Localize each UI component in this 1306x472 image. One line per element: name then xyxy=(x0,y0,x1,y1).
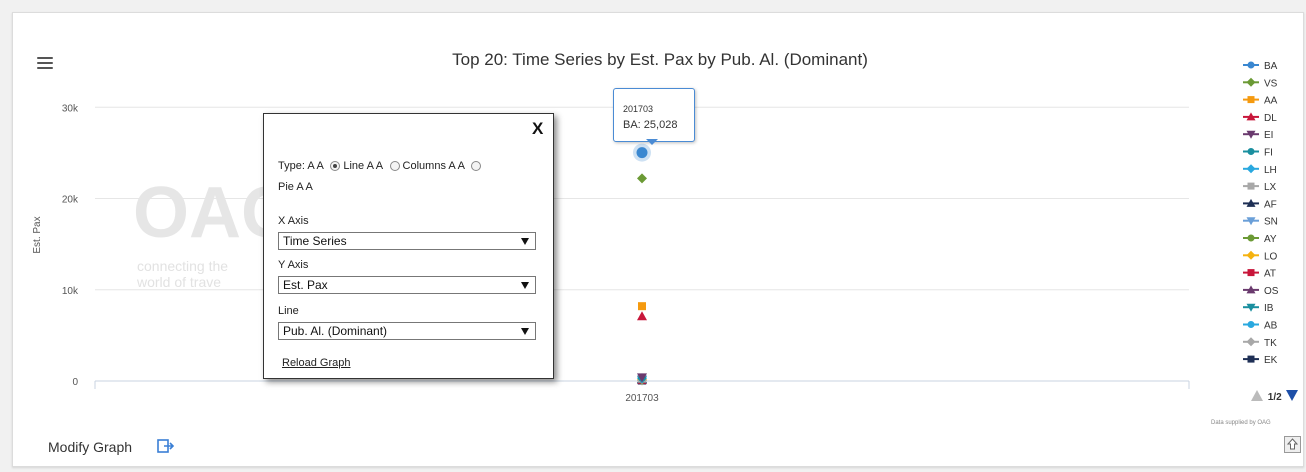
legend-marker xyxy=(1247,321,1255,328)
option-pie-label: Pie A A xyxy=(278,181,313,193)
modify-graph-link[interactable]: Modify Graph xyxy=(48,439,132,455)
pager-up-icon[interactable] xyxy=(1251,390,1263,401)
legend-item-fi[interactable]: FI xyxy=(1243,148,1273,159)
radio-pie[interactable] xyxy=(471,161,482,171)
pager-text: 1/2 xyxy=(1267,392,1282,403)
legend-label: VS xyxy=(1264,78,1278,89)
line-label: Line xyxy=(278,305,299,317)
hamburger-menu-icon[interactable] xyxy=(37,57,53,70)
option-line-label: Line A A xyxy=(343,160,383,172)
legend-label: EI xyxy=(1264,130,1273,141)
legend-label: EK xyxy=(1264,355,1278,366)
legend-label: LO xyxy=(1264,251,1278,262)
data-point-aa xyxy=(638,302,646,311)
x-axis-label: X Axis xyxy=(278,215,309,227)
option-columns-label: Columns A A xyxy=(402,160,465,172)
legend-marker xyxy=(1247,182,1255,190)
legend-marker xyxy=(1247,148,1255,155)
legend-item-at[interactable]: AT xyxy=(1243,269,1276,280)
chart-svg: OAGconnecting theworld of traveTop 20: T… xyxy=(32,50,1279,404)
legend-marker xyxy=(1246,77,1256,87)
legend-item-os[interactable]: OS xyxy=(1243,285,1279,297)
data-point-dl xyxy=(637,311,647,321)
legend-label: AF xyxy=(1264,199,1277,210)
legend-marker xyxy=(1246,337,1256,347)
legend-label: OS xyxy=(1264,286,1279,297)
legend-item-ib[interactable]: IB xyxy=(1243,303,1274,314)
legend-item-af[interactable]: AF xyxy=(1243,198,1277,211)
legend-item-vs[interactable]: VS xyxy=(1243,77,1278,90)
line-select[interactable]: Pub. Al. (Dominant) xyxy=(278,322,536,340)
y-axis-select[interactable]: Est. Pax xyxy=(278,276,536,294)
y-axis-label: Y Axis xyxy=(278,259,309,271)
legend-label: AY xyxy=(1264,234,1277,245)
legend-marker xyxy=(1247,355,1255,363)
chart-card: OAG connecting the world of trave Top 20: T… xyxy=(12,12,1304,467)
y-tick-label: 20k xyxy=(62,195,79,206)
legend-item-tk[interactable]: TK xyxy=(1243,337,1277,349)
legend-label: BA xyxy=(1264,61,1278,72)
tooltip-arrow xyxy=(646,139,658,145)
legend-item-lx[interactable]: LX xyxy=(1243,182,1277,193)
x-axis-select[interactable]: Time Series xyxy=(278,232,536,250)
chart-type-options: Type: A A Line A A Columns A A Pie A A xyxy=(278,156,540,198)
legend-marker xyxy=(1247,234,1255,242)
legend-marker xyxy=(1247,96,1255,104)
chart-title: Top 20: Time Series by Est. Pax by Pub. … xyxy=(452,50,868,69)
legend-label: AB xyxy=(1264,321,1278,332)
reload-graph-link[interactable]: Reload Graph xyxy=(282,357,351,369)
legend-label: FI xyxy=(1264,148,1273,159)
y-axis-value: Est. Pax xyxy=(283,278,328,292)
data-point-ba xyxy=(636,147,648,159)
legend-label: LX xyxy=(1264,182,1277,193)
legend-marker xyxy=(1246,250,1256,260)
graph-config-dialog: X Type: A A Line A A Columns A A Pie A A… xyxy=(263,113,554,379)
watermark-tagline-1: connecting the xyxy=(137,258,228,274)
legend-marker xyxy=(1247,269,1255,277)
legend-item-ei[interactable]: EI xyxy=(1243,130,1273,141)
legend-label: DL xyxy=(1264,113,1277,124)
data-point-vs xyxy=(637,173,647,184)
legend-item-ek[interactable]: EK xyxy=(1243,355,1278,366)
legend-label: IB xyxy=(1264,303,1274,314)
x-axis-value: Time Series xyxy=(283,234,347,248)
line-value: Pub. Al. (Dominant) xyxy=(283,324,388,338)
tooltip-series-value: BA: 25,028 xyxy=(623,119,678,131)
modify-graph-icon[interactable] xyxy=(157,439,175,453)
pager-down-icon[interactable] xyxy=(1286,390,1299,401)
legend-label: LH xyxy=(1264,165,1277,176)
type-label: Type: A A xyxy=(278,160,324,172)
legend-item-ay[interactable]: AY xyxy=(1243,234,1277,245)
legend-label: TK xyxy=(1264,338,1277,349)
legend-item-lo[interactable]: LO xyxy=(1243,250,1278,262)
tooltip-x-value: 201703 xyxy=(623,104,654,114)
legend-label: SN xyxy=(1264,217,1278,228)
data-source-note: Data supplied by OAG xyxy=(1211,420,1271,426)
legend-marker xyxy=(1246,164,1256,174)
legend-label: AT xyxy=(1264,269,1276,280)
y-tick-label: 10k xyxy=(62,286,79,297)
legend-item-ba[interactable]: BA xyxy=(1243,61,1278,72)
radio-line[interactable] xyxy=(330,161,341,171)
legend-item-dl[interactable]: DL xyxy=(1243,112,1277,124)
legend-marker xyxy=(1247,61,1255,69)
upload-icon[interactable] xyxy=(1284,436,1301,453)
dropdown-arrow-icon xyxy=(521,282,529,289)
data-tooltip: 201703 BA: 25,028 xyxy=(613,88,695,142)
legend-item-ab[interactable]: AB xyxy=(1243,321,1278,332)
y-tick-label: 30k xyxy=(62,103,79,114)
dropdown-arrow-icon xyxy=(521,238,529,245)
legend-label: AA xyxy=(1264,96,1278,107)
legend-item-lh[interactable]: LH xyxy=(1243,164,1277,176)
radio-columns[interactable] xyxy=(389,161,400,171)
legend-pager: 1/2 xyxy=(1251,390,1299,403)
legend-item-sn[interactable]: SN xyxy=(1243,217,1278,228)
watermark-tagline-2: world of trave xyxy=(136,274,221,290)
x-tick-label: 201703 xyxy=(625,393,659,404)
y-axis-label: Est. Pax xyxy=(32,216,43,253)
dropdown-arrow-icon xyxy=(521,328,529,335)
y-tick-label: 0 xyxy=(72,377,78,388)
legend-item-aa[interactable]: AA xyxy=(1243,96,1278,107)
close-button[interactable]: X xyxy=(532,119,543,139)
